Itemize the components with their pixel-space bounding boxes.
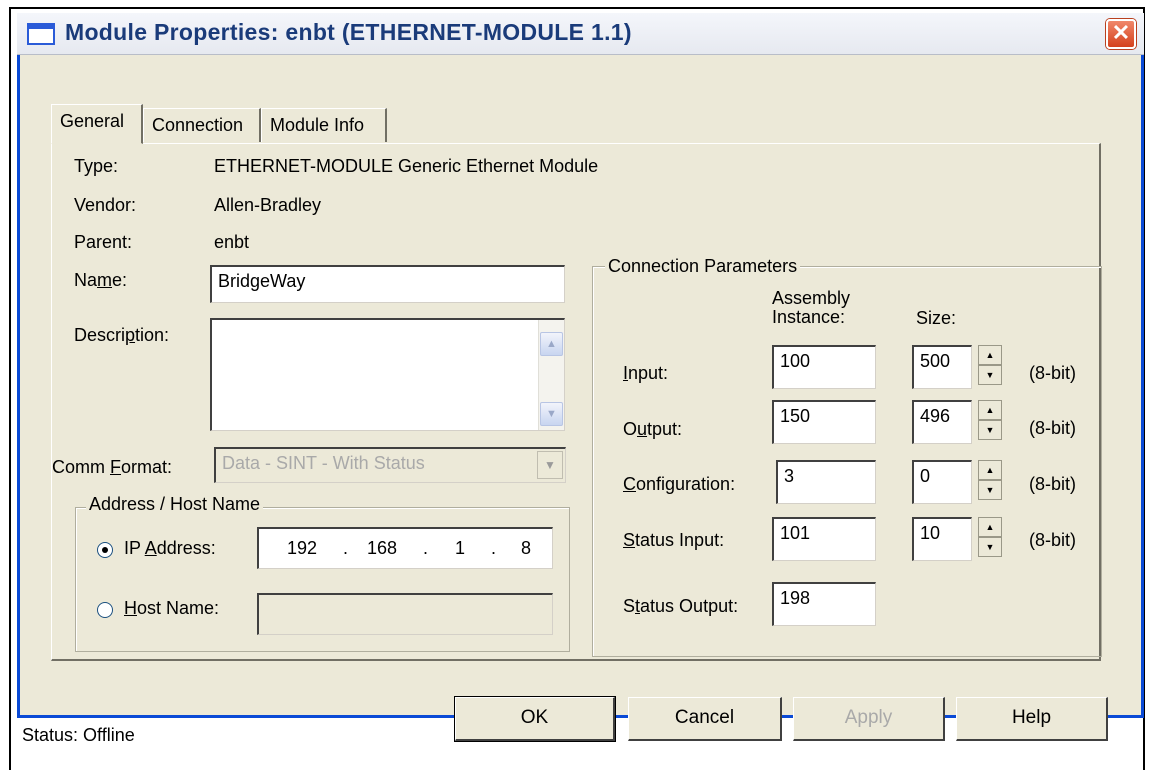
configuration-label: Configuration: — [623, 474, 736, 494]
help-button[interactable]: Help — [956, 697, 1108, 741]
output-instance-field[interactable]: 150 — [772, 400, 876, 444]
name-label: Name: — [74, 270, 128, 290]
ip-address-label: IP Address: — [124, 538, 216, 558]
size-header: Size: — [916, 308, 957, 328]
description-scrollbar[interactable]: ▲ ▼ — [538, 320, 564, 430]
spin-down-icon[interactable]: ▼ — [978, 420, 1002, 440]
configuration-size-field[interactable]: 0 — [912, 460, 972, 504]
type-value: ETHERNET-MODULE Generic Ethernet Module — [214, 156, 599, 176]
host-name-radio[interactable] — [97, 602, 113, 618]
configuration-instance-field[interactable]: 3 — [776, 460, 876, 504]
input-size-stepper[interactable]: ▲ ▼ — [978, 345, 1002, 387]
window-icon — [27, 23, 55, 45]
title-bar[interactable]: Module Properties: enbt (ETHERNET-MODULE… — [17, 13, 1144, 55]
scroll-down-icon[interactable]: ▼ — [540, 402, 563, 426]
status-output-instance-field[interactable]: 198 — [772, 582, 876, 626]
spin-up-icon[interactable]: ▲ — [978, 517, 1002, 537]
vendor-value: Allen-Bradley — [214, 195, 322, 215]
spin-up-icon[interactable]: ▲ — [978, 400, 1002, 420]
ip-octet-1[interactable]: 192 — [287, 538, 317, 559]
ip-octet-2[interactable]: 168 — [367, 538, 397, 559]
status-input-instance-field[interactable]: 101 — [772, 517, 876, 561]
vendor-label: Vendor: — [74, 195, 137, 215]
output-size-field[interactable]: 496 — [912, 400, 972, 444]
assembly-instance-header: Assembly Instance: — [772, 288, 851, 327]
spin-up-icon[interactable]: ▲ — [978, 460, 1002, 480]
parent-value: enbt — [214, 232, 250, 252]
comm-format-label: Comm Format: — [52, 457, 173, 477]
comm-format-value: Data - SINT - With Status — [222, 453, 425, 473]
type-label: Type: — [74, 156, 119, 176]
window-title: Module Properties: enbt (ETHERNET-MODULE… — [65, 19, 632, 45]
status-input-size-unit: (8-bit) — [1029, 530, 1077, 550]
spin-up-icon[interactable]: ▲ — [978, 345, 1002, 365]
host-name-label: Host Name: — [124, 598, 220, 618]
spin-down-icon[interactable]: ▼ — [978, 537, 1002, 557]
status-input-size-field[interactable]: 10 — [912, 517, 972, 561]
ip-dot: . — [343, 538, 349, 558]
input-instance-field[interactable]: 100 — [772, 345, 876, 389]
input-size-field[interactable]: 500 — [912, 345, 972, 389]
address-group-title: Address / Host Name — [86, 494, 264, 515]
close-button[interactable]: ✕ — [1106, 19, 1136, 49]
status-input-size-stepper[interactable]: ▲ ▼ — [978, 517, 1002, 559]
configuration-size-stepper[interactable]: ▲ ▼ — [978, 460, 1002, 502]
tab-module-info[interactable]: Module Info — [261, 108, 387, 142]
name-input[interactable]: BridgeWay — [210, 265, 565, 303]
output-size-unit: (8-bit) — [1029, 418, 1077, 438]
ip-octet-4[interactable]: 8 — [521, 538, 531, 559]
ip-address-field[interactable]: 192 . 168 . 1 . 8 — [257, 527, 553, 569]
comm-format-select[interactable]: Data - SINT - With Status ▼ — [214, 447, 566, 483]
spin-down-icon[interactable]: ▼ — [978, 365, 1002, 385]
description-label: Description: — [74, 325, 170, 345]
tab-connection[interactable]: Connection — [143, 108, 261, 142]
apply-button[interactable]: Apply — [793, 697, 945, 741]
status-output-label: Status Output: — [623, 596, 739, 616]
input-size-unit: (8-bit) — [1029, 363, 1077, 383]
host-name-input[interactable] — [257, 593, 553, 635]
status-text: Status: Offline — [22, 725, 135, 745]
scroll-up-icon[interactable]: ▲ — [540, 332, 563, 356]
tab-general[interactable]: General — [51, 104, 143, 144]
chevron-down-icon[interactable]: ▼ — [537, 451, 563, 479]
cancel-button[interactable]: Cancel — [628, 697, 782, 741]
connection-parameters-title: Connection Parameters — [605, 256, 801, 277]
ip-dot: . — [491, 538, 497, 558]
description-textarea[interactable]: ▲ ▼ — [210, 318, 565, 431]
input-label: Input: — [623, 363, 669, 383]
parent-label: Parent: — [74, 232, 133, 252]
ip-address-radio[interactable] — [97, 542, 113, 558]
ok-button[interactable]: OK — [455, 697, 615, 741]
ip-octet-3[interactable]: 1 — [455, 538, 465, 559]
status-input-label: Status Input: — [623, 530, 725, 550]
configuration-size-unit: (8-bit) — [1029, 474, 1077, 494]
output-label: Output: — [623, 419, 683, 439]
ip-dot: . — [423, 538, 429, 558]
output-size-stepper[interactable]: ▲ ▼ — [978, 400, 1002, 442]
spin-down-icon[interactable]: ▼ — [978, 480, 1002, 500]
